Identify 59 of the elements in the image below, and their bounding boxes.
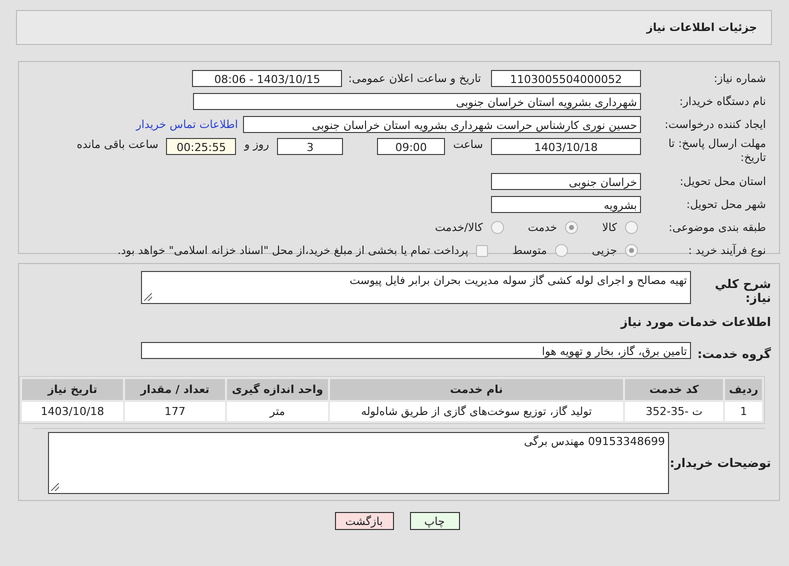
option-label: جزیی [592,244,617,257]
field-label: مهلت ارسال پاسخ: تا تاریخ: [667,136,767,165]
radio-button[interactable] [565,221,578,234]
field-label: ساعت [453,138,483,151]
column-header: واحد اندازه گیری [226,379,328,400]
option-label: متوسط [512,244,547,257]
page-title: جزئیات اطلاعات نیاز [646,21,757,34]
table-cell: 1 [725,402,762,421]
field-label: تاریخ و ساعت اعلان عمومی: [348,72,481,85]
table-cell: متر [226,402,328,421]
resize-handle-icon[interactable] [51,483,59,491]
input-field[interactable]: شهرداری بشرویه استان خراسان جنوبی [193,93,641,110]
column-header: کد خدمت [624,379,724,400]
table-cell: ت -35-352 [624,402,724,421]
field-label: شماره نیاز: [712,72,767,85]
input-field[interactable]: خراسان جنوبی [491,173,641,190]
field-label: نام دستگاه خریدار: [678,95,767,108]
countdown-field: 00:25:55 [166,138,236,155]
input-field[interactable]: 1403/10/15 - 08:06 [192,70,342,87]
time-field[interactable]: 09:00 [377,138,446,155]
section-heading: اطلاعات خدمات مورد نیاز [619,315,772,329]
option-label: کالا [602,221,617,234]
contact-link[interactable]: اطلاعات تماس خریدار [136,118,238,131]
days-field[interactable]: 3 [277,138,344,155]
input-field[interactable]: بشرویه [491,196,641,213]
radio-button[interactable] [490,221,504,234]
table-cell: 1403/10/18 [22,402,123,421]
table-cell: 177 [124,402,225,421]
radio-button[interactable] [554,244,568,257]
radio-button[interactable] [625,221,638,234]
input-field[interactable]: تامین برق، گاز، بخار و تهویه هوا [141,342,691,359]
resize-handle-icon[interactable] [144,293,152,301]
checkbox[interactable] [476,244,488,256]
date-field[interactable]: 1403/10/18 [491,138,641,155]
field-label: شرح کلي نياز: [714,276,772,305]
column-header: ردیف [725,379,762,400]
radio-button[interactable] [625,244,638,257]
field-label: استان محل تحویل: [678,175,767,188]
back-button[interactable]: بازگشت [334,512,394,530]
input-field[interactable]: حسین نوری کارشناس حراست شهرداری بشرویه استان خراسان جنوبی [243,116,641,133]
field-label: گروه خدمت: [696,346,772,360]
field-label: شهر محل تحویل: [685,198,767,211]
option-label: خدمت [528,221,558,234]
field-label: نوع فرآیند خرید : [687,244,767,257]
option-label: کالا/خدمت [435,221,483,234]
field-label: توضیحات خریدار: [669,455,772,470]
column-header: تاریخ نیاز [22,379,123,400]
text-area[interactable]: 09153348699 مهندس برگی [48,432,669,494]
column-header: تعداد / مقدار [124,379,225,400]
column-header: نام خدمت [330,379,623,400]
checkbox-label: پرداخت تمام یا بخشی از مبلغ خرید،از محل "اسناد خزانه اسلامی" خواهد بود. [118,244,468,257]
field-label: ساعت باقی مانده [76,138,158,151]
print-button[interactable]: چاپ [410,512,460,530]
field-label: روز و [244,138,270,151]
text-area[interactable]: تهیه مصالح و اجرای لوله کشی گاز سوله مدیریت بحران برابر فایل پیوست [141,271,691,304]
input-field[interactable]: 1103005504000052 [491,70,641,87]
field-label: ایجاد کننده درخواست: [664,118,767,131]
table-cell: تولید گاز، توزیع سوخت‌های گازی از طریق شاه‌لوله [330,402,623,421]
field-label: طبقه بندی موضوعی: [668,221,767,234]
